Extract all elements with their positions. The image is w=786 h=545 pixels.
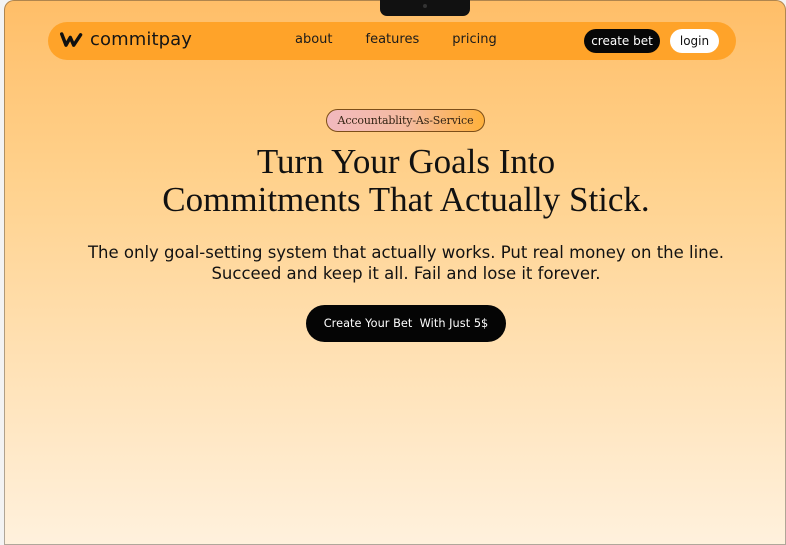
hero-title-line-1: Turn Your Goals Into [256,142,556,181]
w-zigzag-logo-icon [60,32,83,47]
create-your-bet-button[interactable]: Create Your Bet With Just 5$ [306,305,506,342]
navigation-actions: create bet login [584,29,719,53]
hero-subtitle-line-1: The only goal-setting system that actual… [87,243,725,262]
hero-title-line-2: Commitments That Actually Stick. [162,180,650,219]
camera-notch [380,0,470,16]
landing-page-screen: commitpay about features pricing create … [4,0,786,545]
hero-subtitle: The only goal-setting system that actual… [82,242,730,284]
login-button[interactable]: login [670,29,719,53]
nav-link-features[interactable]: features [366,32,420,48]
brand-name: commitpay [90,29,193,50]
browser-device-frame: commitpay about features pricing create … [0,0,786,545]
brand-logo-link[interactable]: commitpay [60,30,192,50]
accountability-badge: Accountablity-As-Service [326,109,485,132]
create-bet-button[interactable]: create bet [584,29,660,53]
primary-navigation: about features pricing [295,32,497,48]
nav-link-pricing[interactable]: pricing [452,32,496,48]
top-navigation-bar: commitpay about features pricing create … [48,22,736,60]
hero-subtitle-line-2: Succeed and keep it all. Fail and lose i… [211,264,601,283]
nav-link-about[interactable]: about [295,32,333,48]
hero-title: Turn Your Goals Into Commitments That Ac… [106,143,706,219]
